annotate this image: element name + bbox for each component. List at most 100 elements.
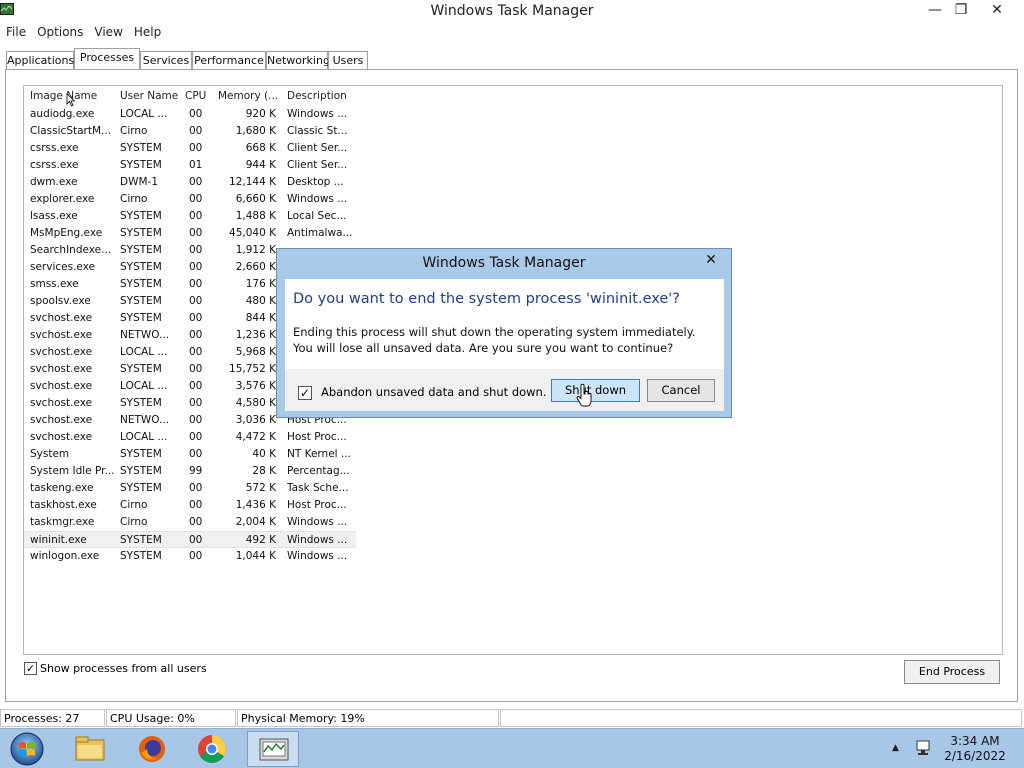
row-image-name: csrss.exe bbox=[30, 142, 79, 154]
row-image-name: smss.exe bbox=[30, 278, 79, 290]
menu-help[interactable]: Help bbox=[128, 23, 166, 39]
column-image-name[interactable]: Image Name bbox=[30, 90, 97, 102]
row-image-name: lsass.exe bbox=[30, 210, 78, 222]
process-row[interactable]: MsMpEng.exe SYSTEM 00 45,040 K Antimalwa... bbox=[24, 225, 356, 242]
column-user-name[interactable]: User Name bbox=[120, 90, 178, 102]
column-cpu[interactable]: CPU bbox=[185, 90, 206, 102]
row-memory: 1,488 K bbox=[235, 210, 276, 222]
tab-performance[interactable]: Performance bbox=[192, 51, 266, 69]
chrome-icon bbox=[198, 735, 226, 763]
tab-applications[interactable]: Applications bbox=[6, 51, 74, 69]
process-row[interactable]: csrss.exe SYSTEM 01 944 K Client Ser... bbox=[24, 157, 356, 174]
process-row[interactable]: taskmgr.exe Cirno 00 2,004 K Windows ... bbox=[24, 514, 356, 531]
row-image-name: winlogon.exe bbox=[30, 550, 100, 562]
process-row[interactable]: explorer.exe Cirno 00 6,660 K Windows ... bbox=[24, 191, 356, 208]
row-memory: 920 K bbox=[245, 108, 276, 120]
network-tray-icon[interactable] bbox=[914, 740, 932, 756]
process-row[interactable]: csrss.exe SYSTEM 00 668 K Client Ser... bbox=[24, 140, 356, 157]
row-cpu: 00 bbox=[189, 108, 203, 120]
tab-networking[interactable]: Networking bbox=[266, 51, 330, 69]
column-description[interactable]: Description bbox=[287, 90, 347, 102]
row-cpu: 00 bbox=[189, 363, 203, 375]
row-user-name: SYSTEM bbox=[120, 244, 162, 256]
row-user-name: SYSTEM bbox=[120, 448, 162, 460]
process-row[interactable]: System Idle Pr... SYSTEM 99 28 K Percentag..… bbox=[24, 463, 356, 480]
row-cpu: 00 bbox=[189, 125, 203, 137]
process-row[interactable]: svchost.exe LOCAL ... 00 4,472 K Host Proc..… bbox=[24, 429, 356, 446]
tray-expand-icon[interactable]: ▲ bbox=[892, 743, 899, 753]
row-user-name: SYSTEM bbox=[120, 534, 162, 546]
process-row[interactable]: taskeng.exe SYSTEM 00 572 K Task Sche... bbox=[24, 480, 356, 497]
clock-time: 3:34 AM bbox=[950, 734, 1000, 748]
process-row[interactable]: System SYSTEM 00 40 K NT Kernel ... bbox=[24, 446, 356, 463]
row-user-name: Cirno bbox=[120, 193, 148, 205]
process-row[interactable]: ClassicStartM... Cirno 00 1,680 K Classic St… bbox=[24, 123, 356, 140]
row-cpu: 00 bbox=[189, 312, 203, 324]
tab-processes[interactable]: Processes bbox=[74, 48, 140, 69]
taskbar-clock[interactable]: 3:34 AM 2/16/2022 bbox=[940, 734, 1010, 764]
row-memory: 6,660 K bbox=[235, 193, 276, 205]
row-description: NT Kernel ... bbox=[287, 448, 351, 460]
process-row[interactable]: audiodg.exe LOCAL ... 00 920 K Windows ... bbox=[24, 106, 356, 123]
row-cpu: 00 bbox=[189, 534, 203, 546]
taskbar-chrome[interactable] bbox=[186, 731, 238, 767]
row-user-name: SYSTEM bbox=[120, 278, 162, 290]
row-image-name: System bbox=[30, 448, 70, 460]
dialog-close-button[interactable]: ✕ bbox=[702, 252, 720, 268]
process-row[interactable]: wininit.exe SYSTEM 00 492 K Windows ... bbox=[24, 531, 356, 548]
row-user-name: SYSTEM bbox=[120, 142, 162, 154]
end-process-button[interactable]: End Process bbox=[904, 660, 1000, 684]
menu-view[interactable]: View bbox=[88, 23, 127, 39]
row-cpu: 00 bbox=[189, 295, 203, 307]
row-user-name: SYSTEM bbox=[120, 482, 162, 494]
restore-button[interactable]: ❐ bbox=[944, 0, 978, 22]
folder-icon bbox=[75, 736, 105, 761]
menu-file[interactable]: File bbox=[0, 23, 31, 39]
column-memory[interactable]: Memory (... bbox=[218, 90, 278, 102]
row-image-name: svchost.exe bbox=[30, 431, 93, 443]
process-row[interactable]: dwm.exe DWM-1 00 12,144 K Desktop ... bbox=[24, 174, 356, 191]
menu-options[interactable]: Options bbox=[31, 23, 88, 39]
row-description: Percentag... bbox=[287, 465, 350, 477]
row-user-name: LOCAL ... bbox=[120, 380, 168, 392]
process-list-header: Image Name User Name CPU Memory (... Des… bbox=[24, 86, 1002, 106]
row-cpu: 00 bbox=[189, 431, 203, 443]
close-button[interactable]: ✕ bbox=[980, 0, 1014, 22]
clock-date: 2/16/2022 bbox=[944, 749, 1006, 763]
row-user-name: DWM-1 bbox=[120, 176, 158, 188]
abandon-data-checkbox[interactable]: ✓ bbox=[298, 386, 312, 400]
abandon-data-label: Abandon unsaved data and shut down. bbox=[321, 385, 547, 399]
row-memory: 944 K bbox=[245, 159, 276, 171]
row-memory: 2,660 K bbox=[235, 261, 276, 273]
process-row[interactable]: taskhost.exe Cirno 00 1,436 K Host Proc... bbox=[24, 497, 356, 514]
taskbar-file-explorer[interactable] bbox=[64, 731, 116, 767]
row-memory: 1,912 K bbox=[235, 244, 276, 256]
row-image-name: taskmgr.exe bbox=[30, 516, 95, 528]
hand-pointer-cursor-icon bbox=[576, 383, 592, 407]
taskbar-firefox[interactable] bbox=[126, 731, 178, 767]
row-cpu: 00 bbox=[189, 414, 203, 426]
row-memory: 12,144 K bbox=[229, 176, 276, 188]
row-cpu: 00 bbox=[189, 210, 203, 222]
process-row[interactable]: lsass.exe SYSTEM 00 1,488 K Local Sec... bbox=[24, 208, 356, 225]
process-row[interactable]: winlogon.exe SYSTEM 00 1,044 K Windows ... bbox=[24, 548, 356, 565]
row-memory: 2,004 K bbox=[235, 516, 276, 528]
cancel-button[interactable]: Cancel bbox=[647, 379, 715, 402]
row-cpu: 99 bbox=[189, 465, 203, 477]
taskbar-task-manager[interactable] bbox=[247, 731, 299, 767]
row-cpu: 00 bbox=[189, 346, 203, 358]
row-description: Windows ... bbox=[287, 516, 348, 528]
tab-services[interactable]: Services bbox=[140, 51, 192, 69]
row-description: Windows ... bbox=[287, 108, 348, 120]
row-description: Windows ... bbox=[287, 193, 348, 205]
show-all-users-checkbox[interactable]: ✓ bbox=[24, 662, 37, 675]
row-image-name: taskeng.exe bbox=[30, 482, 94, 494]
tab-users[interactable]: Users bbox=[328, 51, 368, 69]
row-user-name: SYSTEM bbox=[120, 363, 162, 375]
start-button-icon[interactable] bbox=[8, 731, 46, 767]
row-description: Client Ser... bbox=[287, 142, 348, 154]
row-cpu: 00 bbox=[189, 278, 203, 290]
row-description: Host Proc... bbox=[287, 431, 347, 443]
dialog-heading: Do you want to end the system process 'w… bbox=[293, 291, 680, 307]
shut-down-button[interactable]: Shut down bbox=[551, 379, 640, 402]
